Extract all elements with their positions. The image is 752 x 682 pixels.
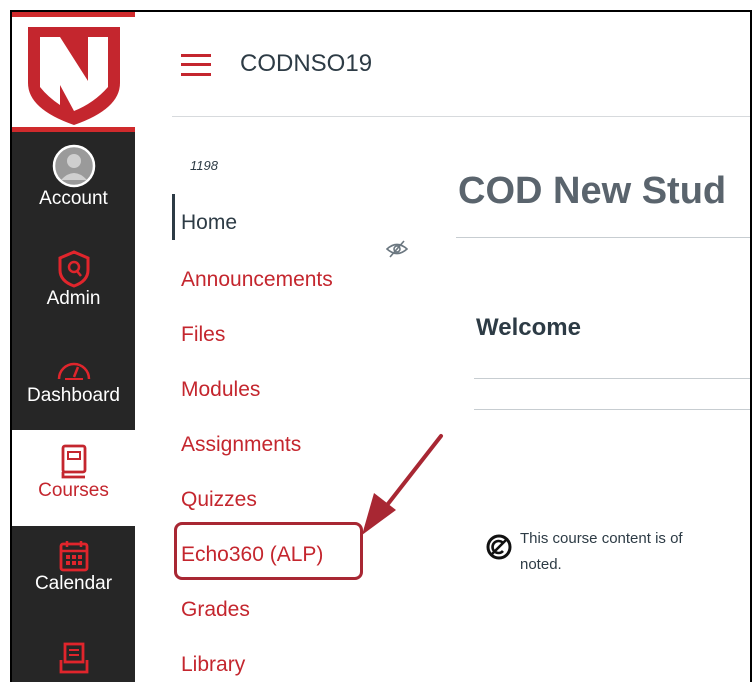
course-nav-echo360[interactable]: Echo360 (ALP) <box>181 543 323 567</box>
nav-courses-label: Courses <box>38 480 109 501</box>
welcome-divider <box>474 378 750 379</box>
sub-account-label: 1198 <box>190 158 218 173</box>
shield-icon <box>58 250 89 288</box>
breadcrumb-course-code[interactable]: CODNSO19 <box>240 50 372 78</box>
calendar-icon <box>59 541 88 572</box>
nav-calendar[interactable]: Calendar <box>12 539 135 595</box>
course-nav: 1198 Home Announcements Files Modules As… <box>172 116 432 682</box>
nav-account-label: Account <box>39 188 108 209</box>
nav-calendar-label: Calendar <box>34 573 113 594</box>
nav-admin-label: Admin <box>46 288 101 309</box>
course-nav-quizzes[interactable]: Quizzes <box>181 488 257 512</box>
title-divider <box>456 237 750 238</box>
nav-dashboard-label: Dashboard <box>27 385 120 406</box>
content-divider <box>474 409 750 410</box>
course-nav-announcements[interactable]: Announcements <box>181 268 333 292</box>
nav-account[interactable]: Account <box>12 144 135 210</box>
course-nav-modules[interactable]: Modules <box>181 378 260 402</box>
nav-courses[interactable]: Courses <box>12 430 135 526</box>
inbox-icon <box>59 642 88 674</box>
book-icon <box>61 444 86 479</box>
course-nav-home[interactable]: Home <box>172 194 237 240</box>
nav-inbox[interactable] <box>12 642 135 676</box>
nav-admin[interactable]: Admin <box>12 250 135 310</box>
no-copyright-icon <box>486 534 512 560</box>
course-nav-assignments[interactable]: Assignments <box>181 433 301 457</box>
avatar-icon <box>52 144 95 188</box>
global-nav: Account Admin Dashboard Courses Calendar <box>12 12 135 682</box>
nav-dashboard[interactable]: Dashboard <box>12 355 135 407</box>
unmc-logo[interactable] <box>12 12 135 132</box>
course-nav-grades[interactable]: Grades <box>181 598 250 622</box>
hamburger-menu-icon[interactable] <box>181 54 211 76</box>
hidden-eye-icon <box>386 240 408 258</box>
course-header: CODNSO19 <box>172 12 750 117</box>
course-main: COD New Stud Welcome This course content… <box>456 116 750 682</box>
speedometer-icon <box>57 362 90 380</box>
license-line-2: noted. <box>520 556 562 573</box>
course-nav-library[interactable]: Library <box>181 653 245 677</box>
license-line-1: This course content is of <box>520 530 683 547</box>
welcome-heading: Welcome <box>476 314 581 341</box>
license-text: This course content is of noted. <box>520 526 750 578</box>
course-nav-files[interactable]: Files <box>181 323 225 347</box>
canvas-window: Account Admin Dashboard Courses Calendar… <box>10 10 752 682</box>
page-title: COD New Stud <box>458 170 727 212</box>
